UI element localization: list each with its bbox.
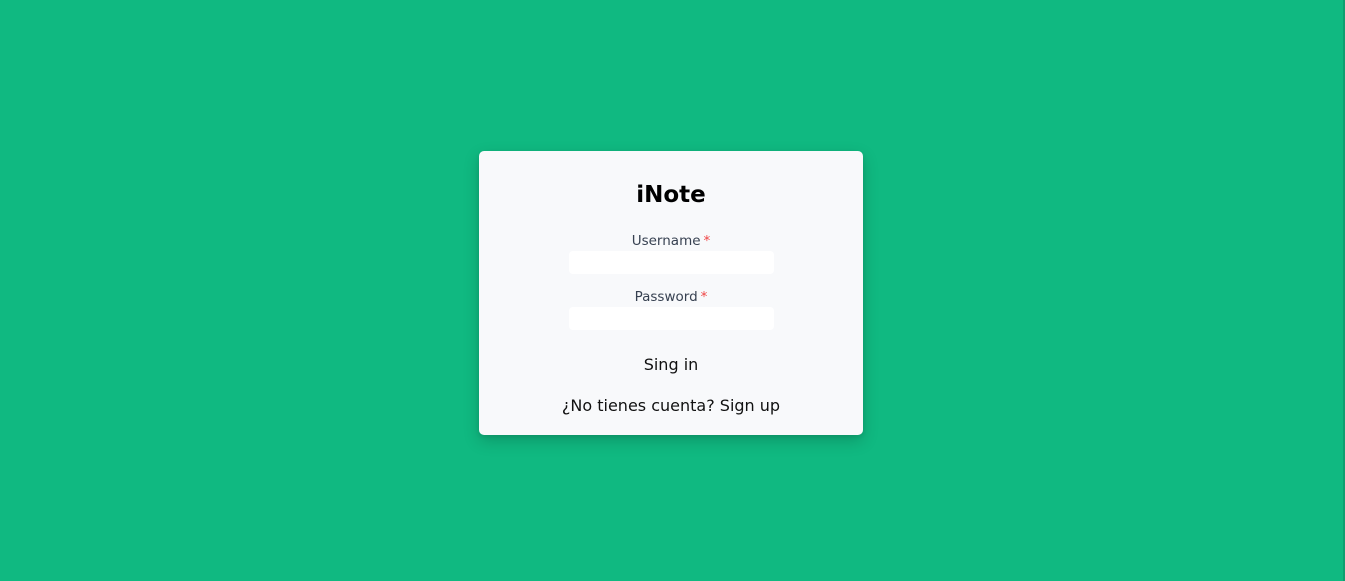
username-required-mark: * [703,233,711,249]
signup-row: ¿No tienes cuenta? Sign up [479,394,863,418]
sign-up-link[interactable]: Sign up [720,396,780,415]
login-card: iNote Username * Password * Sing in ¿No ti… [479,151,863,435]
password-label: Password * [479,288,863,306]
signup-prompt: ¿No tienes cuenta? [561,396,715,415]
username-label-text: Username [631,233,701,249]
username-label: Username * [479,232,863,250]
password-label-text: Password [634,289,698,305]
password-input[interactable] [569,307,774,330]
sign-in-button[interactable]: Sing in [621,353,721,377]
username-input[interactable] [569,251,774,274]
app-title: iNote [636,182,706,208]
password-required-mark: * [700,289,708,305]
